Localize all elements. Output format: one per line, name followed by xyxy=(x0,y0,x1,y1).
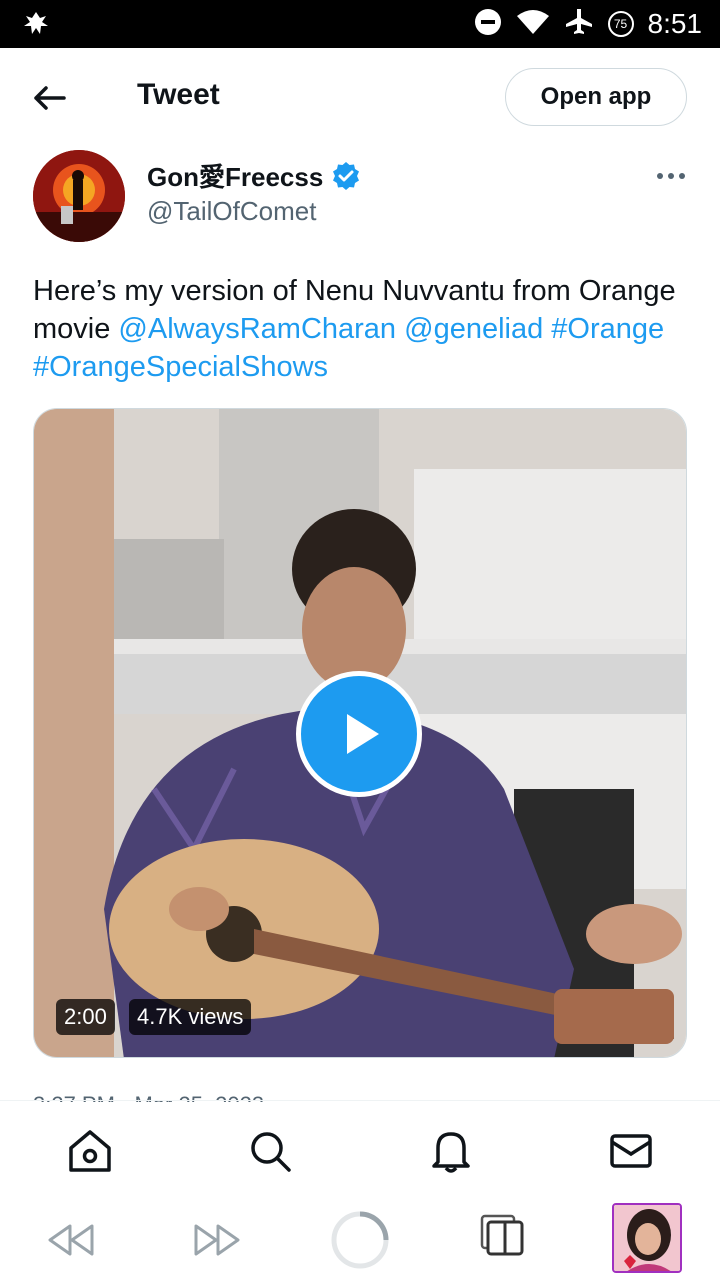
profile-thumbnail[interactable] xyxy=(612,1203,682,1273)
notifications-icon[interactable] xyxy=(428,1128,474,1174)
battery-icon: 75 xyxy=(607,11,634,37)
search-icon[interactable] xyxy=(247,1128,293,1174)
hashtag-link[interactable]: #Orange xyxy=(551,313,664,345)
app-logo-icon xyxy=(22,10,50,43)
avatar[interactable] xyxy=(33,150,125,242)
tabs-icon[interactable] xyxy=(480,1214,526,1263)
author-name-row[interactable]: Gon愛Freecss xyxy=(147,157,361,194)
mention-link[interactable]: @geneliad xyxy=(404,313,543,345)
wifi-icon xyxy=(516,8,550,41)
video-views: 4.7K views xyxy=(129,999,252,1035)
verified-badge-icon xyxy=(331,161,361,191)
clock: 8:51 xyxy=(647,8,703,39)
forward-icon[interactable] xyxy=(192,1220,242,1265)
text-space xyxy=(396,313,404,345)
hashtag-link[interactable]: #OrangeSpecialShows xyxy=(33,351,328,383)
tweet-text: Here’s my version of Nenu Nuvvantu from … xyxy=(33,272,693,386)
back-icon[interactable] xyxy=(46,1220,96,1265)
status-bar: 75 8:51 xyxy=(0,0,720,48)
more-options-icon[interactable] xyxy=(654,162,688,190)
back-arrow-icon[interactable] xyxy=(30,78,70,118)
home-icon[interactable] xyxy=(67,1128,113,1174)
divider xyxy=(0,1100,720,1101)
loading-icon[interactable] xyxy=(330,1210,390,1275)
video-duration: 2:00 xyxy=(56,999,115,1035)
page-title: Tweet xyxy=(137,78,220,111)
bottom-nav xyxy=(0,1102,720,1200)
play-icon xyxy=(347,714,379,754)
open-app-button[interactable]: Open app xyxy=(505,68,687,126)
mention-link[interactable]: @AlwaysRamCharan xyxy=(118,313,396,345)
tweet-video[interactable]: 2:00 4.7K views xyxy=(33,408,687,1058)
do-not-disturb-icon xyxy=(474,8,502,41)
messages-icon[interactable] xyxy=(608,1128,654,1174)
play-button[interactable] xyxy=(296,671,422,797)
status-icons: 75 8:51 xyxy=(474,0,703,48)
tweet-header: Tweet Open app xyxy=(0,48,720,146)
author-handle[interactable]: @TailOfComet xyxy=(147,196,316,227)
browser-toolbar xyxy=(0,1200,720,1280)
airplane-mode-icon xyxy=(564,7,594,42)
author-display-name[interactable]: Gon愛Freecss xyxy=(147,157,323,194)
